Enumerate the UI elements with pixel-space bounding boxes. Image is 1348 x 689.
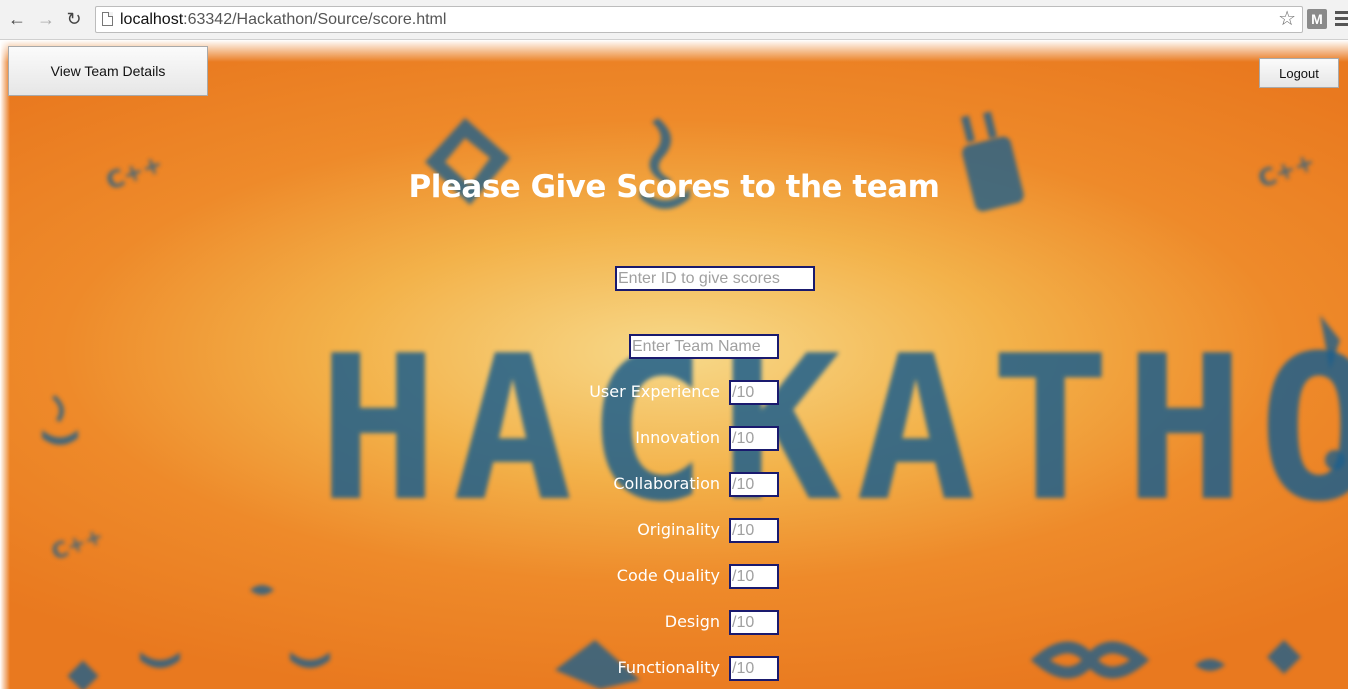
code-quality-score-input[interactable] bbox=[729, 564, 779, 589]
score-row-user-experience: User Experience bbox=[520, 380, 780, 405]
score-label: Code Quality bbox=[616, 566, 720, 585]
score-label: Functionality bbox=[617, 658, 721, 677]
score-label: Design bbox=[664, 612, 720, 631]
score-label: Collaboration bbox=[613, 474, 720, 493]
logout-button[interactable]: Logout bbox=[1259, 58, 1339, 88]
score-row-code-quality: Code Quality bbox=[520, 564, 780, 589]
user-experience-score-input[interactable] bbox=[729, 380, 779, 405]
back-arrow-icon[interactable]: ← bbox=[6, 8, 28, 30]
score-row-originality: Originality bbox=[520, 518, 780, 543]
functionality-score-input[interactable] bbox=[729, 656, 779, 681]
forward-arrow-icon[interactable]: → bbox=[35, 8, 57, 30]
collaboration-score-input[interactable] bbox=[729, 472, 779, 497]
score-label: User Experience bbox=[589, 382, 720, 401]
score-row-functionality: Functionality bbox=[520, 656, 780, 681]
score-row-innovation: Innovation bbox=[520, 426, 780, 451]
svg-text:C++: C++ bbox=[49, 524, 107, 566]
browser-menu-icon[interactable] bbox=[1335, 11, 1348, 27]
page-content: C++ C++ C++ HACKATHO View Team Details L… bbox=[0, 40, 1348, 689]
originality-score-input[interactable] bbox=[729, 518, 779, 543]
view-team-details-button[interactable]: View Team Details bbox=[8, 46, 208, 96]
reload-icon[interactable]: ↻ bbox=[63, 8, 85, 30]
background-hackathon-word: HACKATHO bbox=[318, 313, 1348, 546]
score-row-collaboration: Collaboration bbox=[520, 472, 780, 497]
address-bar[interactable]: localhost:63342/Hackathon/Source/score.h… bbox=[95, 6, 1303, 33]
url-text[interactable]: localhost:63342/Hackathon/Source/score.h… bbox=[120, 10, 446, 30]
page-icon bbox=[102, 12, 113, 26]
extension-icon[interactable]: M bbox=[1307, 9, 1327, 29]
left-fade bbox=[0, 40, 10, 689]
url-path: :63342/Hackathon/Source/score.html bbox=[183, 11, 447, 28]
bookmark-star-icon[interactable]: ☆ bbox=[1278, 8, 1296, 30]
team-name-input[interactable] bbox=[629, 334, 779, 359]
browser-toolbar: ← → ↻ localhost:63342/Hackathon/Source/s… bbox=[0, 0, 1348, 40]
score-label: Originality bbox=[637, 520, 720, 539]
team-id-input[interactable] bbox=[615, 266, 815, 291]
design-score-input[interactable] bbox=[729, 610, 779, 635]
score-label: Innovation bbox=[635, 428, 720, 447]
innovation-score-input[interactable] bbox=[729, 426, 779, 451]
score-row-design: Design bbox=[520, 610, 780, 635]
page-title: Please Give Scores to the team bbox=[408, 168, 940, 205]
url-host: localhost bbox=[120, 11, 184, 28]
